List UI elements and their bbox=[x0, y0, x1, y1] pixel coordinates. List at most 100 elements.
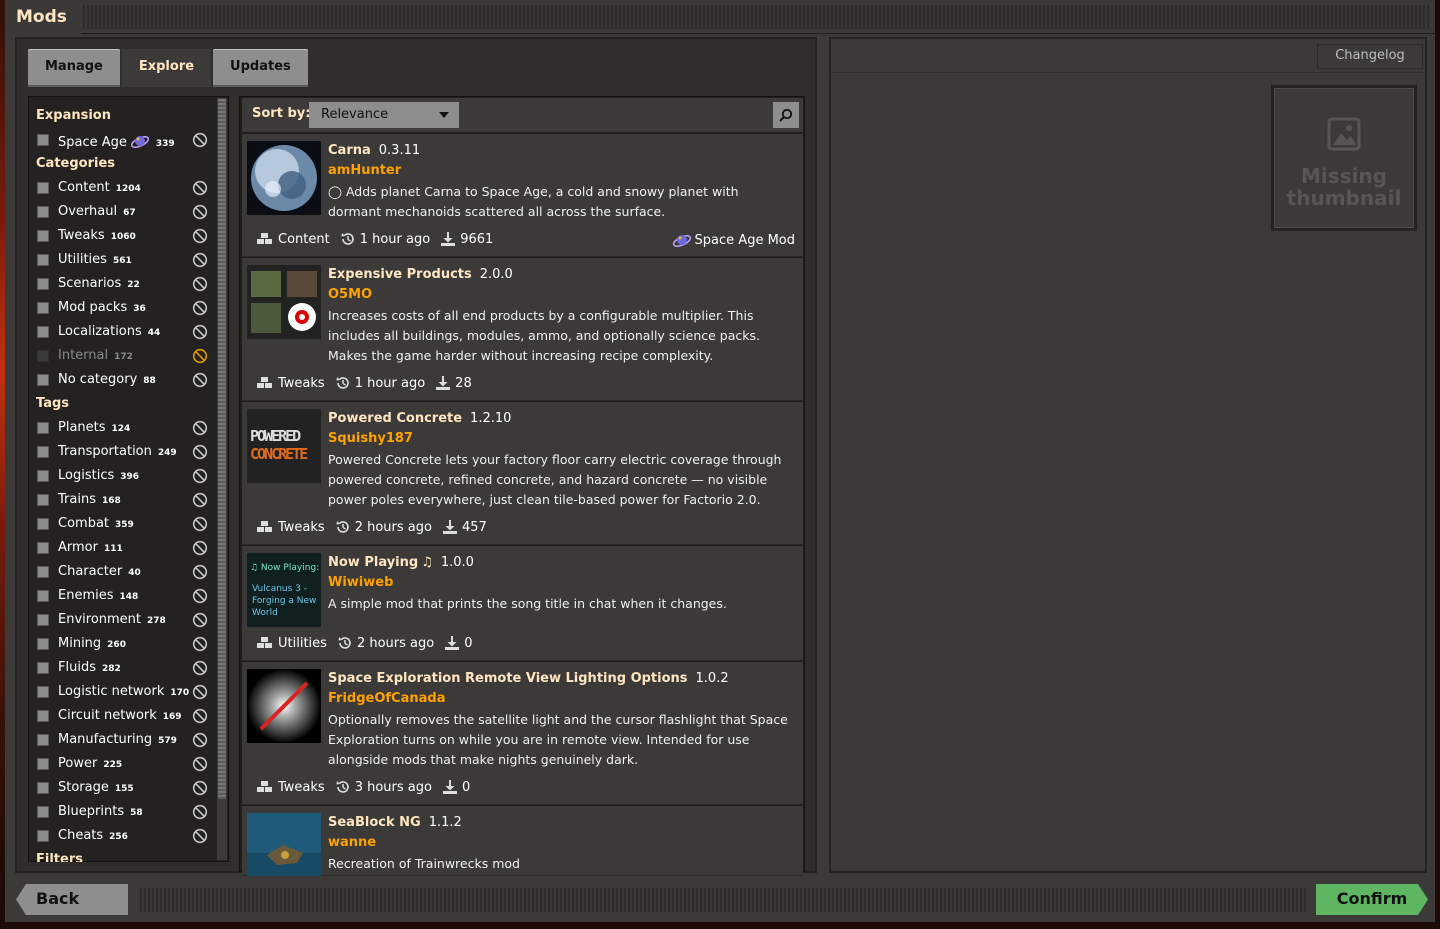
mod-author[interactable]: amHunter bbox=[328, 163, 401, 178]
exclude-icon[interactable] bbox=[192, 252, 208, 268]
mod-title[interactable]: Now Playing ♫ 1.0.0 bbox=[328, 555, 474, 570]
filter-checkbox[interactable] bbox=[37, 830, 49, 842]
exclude-icon[interactable] bbox=[192, 516, 208, 532]
filter-row[interactable]: Space Age 339 bbox=[28, 128, 229, 152]
filter-row[interactable]: Mining 260 bbox=[28, 632, 229, 656]
exclude-icon[interactable] bbox=[192, 420, 208, 436]
tab-updates[interactable]: Updates bbox=[213, 49, 308, 87]
filter-checkbox[interactable] bbox=[37, 590, 49, 602]
filter-checkbox[interactable] bbox=[37, 806, 49, 818]
filter-checkbox[interactable] bbox=[37, 302, 49, 314]
exclude-icon[interactable] bbox=[192, 300, 208, 316]
exclude-icon[interactable] bbox=[192, 732, 208, 748]
filter-checkbox[interactable] bbox=[37, 350, 49, 362]
mod-card[interactable]: Space Exploration Remote View Lighting O… bbox=[242, 662, 803, 805]
filter-checkbox[interactable] bbox=[37, 470, 49, 482]
filter-row[interactable]: Logistics 396 bbox=[28, 464, 229, 488]
mod-author[interactable]: Squishy187 bbox=[328, 431, 413, 446]
filter-row[interactable]: Localizations 44 bbox=[28, 320, 229, 344]
mod-author[interactable]: FridgeOfCanada bbox=[328, 691, 445, 706]
filter-row[interactable]: Fluids 282 bbox=[28, 656, 229, 680]
mod-title[interactable]: Carna 0.3.11 bbox=[328, 143, 420, 158]
confirm-button[interactable]: Confirm bbox=[1316, 884, 1428, 915]
filter-row[interactable]: Power 225 bbox=[28, 752, 229, 776]
filter-row[interactable]: Tweaks 1060 bbox=[28, 224, 229, 248]
title-drag-handle[interactable] bbox=[80, 5, 1431, 29]
filter-checkbox[interactable] bbox=[37, 542, 49, 554]
filter-checkbox[interactable] bbox=[37, 254, 49, 266]
filter-checkbox[interactable] bbox=[37, 326, 49, 338]
filter-row[interactable]: Armor 111 bbox=[28, 536, 229, 560]
filter-checkbox[interactable] bbox=[37, 614, 49, 626]
filter-scrollbar[interactable] bbox=[217, 98, 227, 860]
filter-checkbox[interactable] bbox=[37, 182, 49, 194]
filter-row[interactable]: Overhaul 67 bbox=[28, 200, 229, 224]
filter-checkbox[interactable] bbox=[37, 566, 49, 578]
exclude-icon[interactable] bbox=[192, 228, 208, 244]
mod-title[interactable]: Powered Concrete 1.2.10 bbox=[328, 411, 511, 426]
exclude-icon[interactable] bbox=[192, 612, 208, 628]
filter-checkbox[interactable] bbox=[37, 662, 49, 674]
filter-row[interactable]: Enemies 148 bbox=[28, 584, 229, 608]
filter-row[interactable]: Scenarios 22 bbox=[28, 272, 229, 296]
exclude-icon[interactable] bbox=[192, 780, 208, 796]
filter-checkbox[interactable] bbox=[37, 758, 49, 770]
changelog-button[interactable]: Changelog bbox=[1317, 44, 1423, 69]
filter-checkbox[interactable] bbox=[37, 710, 49, 722]
exclude-icon[interactable] bbox=[192, 588, 208, 604]
mod-card[interactable]: ♫ Now Playing: Vulcanus 3 - Forging a New… bbox=[242, 546, 803, 661]
filter-row[interactable]: Internal 172 bbox=[28, 344, 229, 368]
exclude-icon[interactable] bbox=[192, 684, 208, 700]
mod-title[interactable]: SeaBlock NG 1.1.2 bbox=[328, 815, 462, 830]
filter-row[interactable]: Cheats 256 bbox=[28, 824, 229, 848]
exclude-icon[interactable] bbox=[192, 180, 208, 196]
filter-checkbox[interactable] bbox=[37, 494, 49, 506]
filter-checkbox[interactable] bbox=[37, 134, 49, 146]
mod-title[interactable]: Space Exploration Remote View Lighting O… bbox=[328, 671, 729, 686]
filter-checkbox[interactable] bbox=[37, 278, 49, 290]
exclude-icon[interactable] bbox=[192, 636, 208, 652]
mod-card[interactable]: POWERED CONCRETE Powered Concrete 1.2.10 Squ… bbox=[242, 402, 803, 545]
filter-row[interactable]: Storage 155 bbox=[28, 776, 229, 800]
filter-checkbox[interactable] bbox=[37, 734, 49, 746]
search-button[interactable] bbox=[773, 102, 799, 128]
exclude-icon[interactable] bbox=[192, 132, 208, 148]
mod-title[interactable]: Expensive Products 2.0.0 bbox=[328, 267, 513, 282]
filter-row[interactable]: Trains 168 bbox=[28, 488, 229, 512]
filter-checkbox[interactable] bbox=[37, 422, 49, 434]
filter-checkbox[interactable] bbox=[37, 518, 49, 530]
filter-checkbox[interactable] bbox=[37, 782, 49, 794]
filter-row[interactable]: Character 40 bbox=[28, 560, 229, 584]
filter-row[interactable]: Mod packs 36 bbox=[28, 296, 229, 320]
exclude-icon[interactable] bbox=[192, 372, 208, 388]
filter-row[interactable]: Planets 124 bbox=[28, 416, 229, 440]
filter-checkbox[interactable] bbox=[37, 206, 49, 218]
mod-author[interactable]: wanne bbox=[328, 835, 376, 850]
exclude-icon[interactable] bbox=[192, 276, 208, 292]
tab-explore[interactable]: Explore bbox=[121, 49, 212, 87]
filter-row[interactable]: Transportation 249 bbox=[28, 440, 229, 464]
filter-row[interactable]: Content 1204 bbox=[28, 176, 229, 200]
exclude-icon[interactable] bbox=[192, 708, 208, 724]
filter-row[interactable]: Combat 359 bbox=[28, 512, 229, 536]
filter-row[interactable]: Utilities 561 bbox=[28, 248, 229, 272]
tab-manage[interactable]: Manage bbox=[28, 49, 120, 87]
mod-author[interactable]: O5MO bbox=[328, 287, 372, 302]
filter-scrollbar-thumb[interactable] bbox=[218, 99, 226, 799]
filter-row[interactable]: Blueprints 58 bbox=[28, 800, 229, 824]
filter-row[interactable]: Environment 278 bbox=[28, 608, 229, 632]
exclude-icon[interactable] bbox=[192, 348, 208, 364]
filter-checkbox[interactable] bbox=[37, 686, 49, 698]
exclude-icon[interactable] bbox=[192, 756, 208, 772]
filter-row[interactable]: Logistic network 170 bbox=[28, 680, 229, 704]
exclude-icon[interactable] bbox=[192, 324, 208, 340]
exclude-icon[interactable] bbox=[192, 468, 208, 484]
filter-row[interactable]: Manufacturing 579 bbox=[28, 728, 229, 752]
filter-checkbox[interactable] bbox=[37, 446, 49, 458]
mod-card[interactable]: Carna 0.3.11 amHunter ◯ Adds planet Carna t… bbox=[242, 134, 803, 257]
exclude-icon[interactable] bbox=[192, 492, 208, 508]
mod-author[interactable]: Wiwiweb bbox=[328, 575, 393, 590]
mod-card[interactable]: Expensive Products 2.0.0 O5MO Increases cos… bbox=[242, 258, 803, 401]
exclude-icon[interactable] bbox=[192, 660, 208, 676]
exclude-icon[interactable] bbox=[192, 828, 208, 844]
